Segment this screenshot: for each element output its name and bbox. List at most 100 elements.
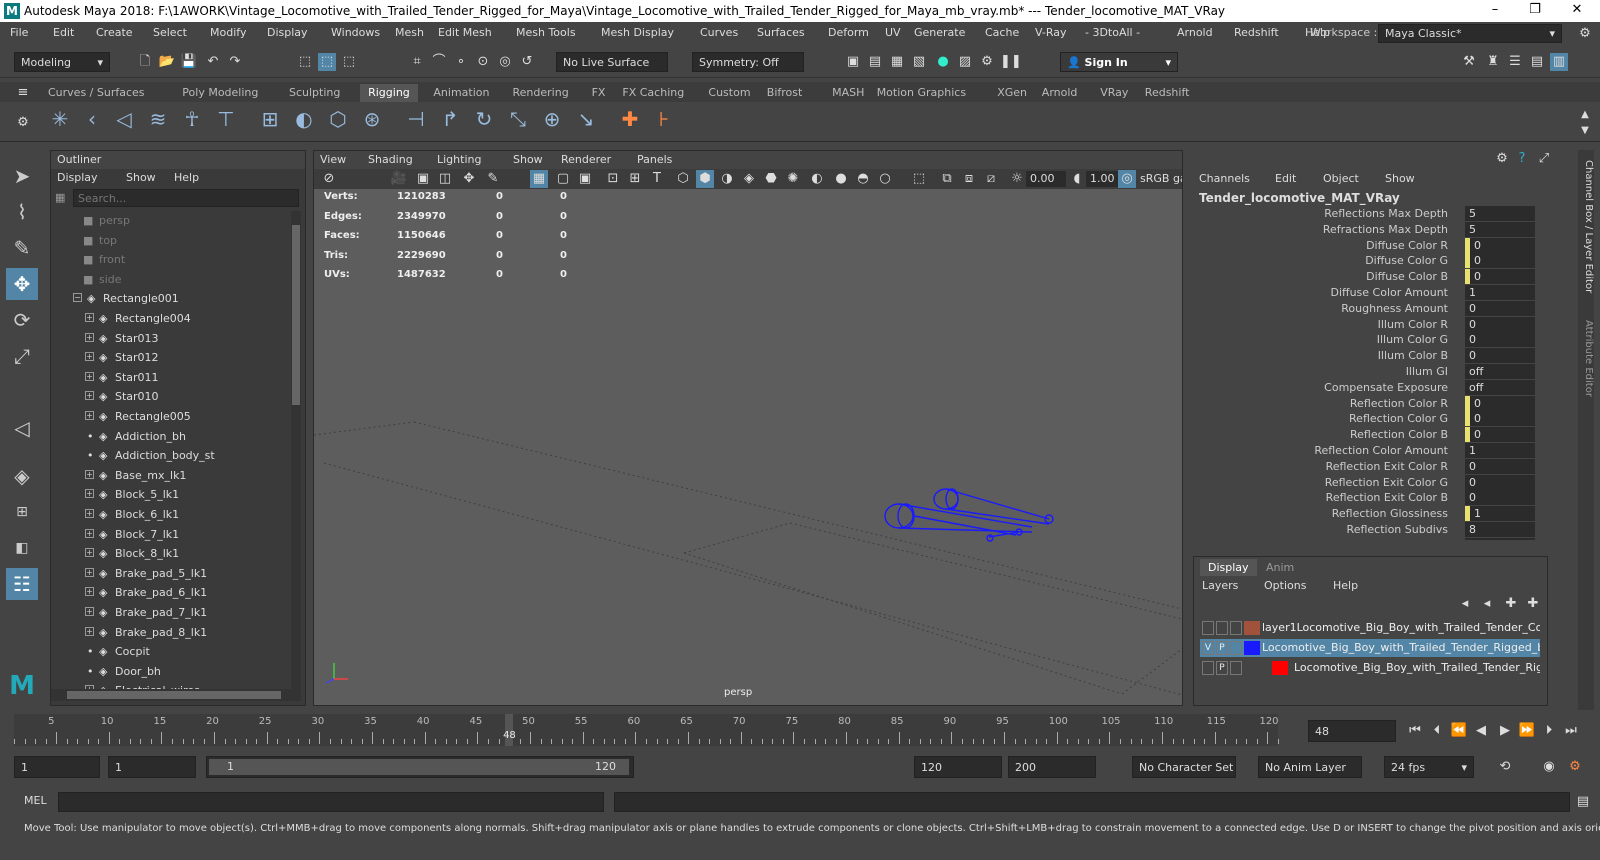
playback-start-field[interactable]: 1 — [108, 756, 196, 778]
camera-attributes-icon[interactable]: 🎥 — [390, 170, 408, 188]
safe-action-icon[interactable]: ⊞ — [626, 170, 644, 188]
colorspace-label[interactable]: sRGB gam — [1140, 172, 1182, 185]
outliner-item[interactable]: + ◈ Brake_pad_8_lk1 — [51, 623, 291, 643]
channelbox-menu-channels[interactable]: Channels — [1199, 172, 1250, 185]
float-icon[interactable]: ⤢ — [1535, 150, 1553, 168]
channel-attribute-value[interactable]: 0 — [1465, 269, 1535, 285]
menu-display[interactable]: Display — [267, 26, 308, 39]
shelf-tab-sculpting[interactable]: Sculpting — [281, 84, 348, 102]
parent-constraint-icon[interactable]: ⊕ — [540, 109, 564, 134]
channel-attribute-value[interactable]: 0 — [1465, 427, 1535, 443]
shelf-scroll-down-icon[interactable]: ▼ — [1576, 122, 1594, 140]
point-constraint-icon[interactable]: ⊣ — [404, 109, 428, 134]
snap-surface-icon[interactable]: ◎ — [496, 53, 514, 71]
expand-toggle-icon[interactable]: + — [85, 528, 94, 538]
four-layout-icon[interactable]: ⊞ — [6, 496, 38, 528]
shelf-tab-vray[interactable]: VRay — [1092, 84, 1136, 102]
scale-constraint-icon[interactable]: ⤡ — [506, 109, 530, 134]
outliner-item[interactable]: • ◈ Addiction_body_st — [51, 446, 291, 466]
outliner-item[interactable]: − ◈ Rectangle001 — [51, 289, 291, 309]
outliner-item[interactable]: • ◈ Door_bh — [51, 662, 291, 682]
image-plane-icon[interactable]: ◫ — [436, 170, 454, 188]
viewport-menu-renderer[interactable]: Renderer — [561, 153, 611, 166]
viewport-menu-show[interactable]: Show — [513, 153, 543, 166]
outliner-item[interactable]: + ◈ Star013 — [51, 329, 291, 349]
playback-toggle[interactable]: P — [1216, 661, 1228, 675]
channel-attribute-value[interactable]: 0 — [1465, 474, 1535, 490]
channel-attribute-row[interactable]: Reflection Glossiness 1 — [1193, 506, 1543, 522]
outliner-item[interactable]: + ◈ Block_7_lk1 — [51, 525, 291, 545]
shelf-tab-motion-graphics[interactable]: Motion Graphics — [869, 84, 974, 102]
auto-key-icon[interactable]: ◉ — [1540, 758, 1558, 776]
channelbox-icon[interactable]: ⚙ — [1493, 150, 1511, 168]
shelf-tab-rigging[interactable]: Rigging — [360, 84, 418, 102]
animation-start-field[interactable]: 1 — [14, 756, 100, 778]
menu-v-ray[interactable]: V-Ray — [1035, 26, 1067, 39]
bookmark-icon[interactable]: ▣ — [414, 170, 432, 188]
layer-color-swatch[interactable] — [1244, 621, 1260, 635]
shelf-tab-curves-surfaces[interactable]: Curves / Surfaces — [40, 84, 153, 102]
fps-dropdown[interactable]: 24 fps ▾ — [1384, 756, 1474, 778]
smooth-shade-icon[interactable]: ⬢ — [696, 170, 714, 188]
channel-attribute-value[interactable]: 0 — [1465, 237, 1535, 253]
select-hierarchy-icon[interactable]: ⬚ — [296, 53, 314, 71]
render-view-icon[interactable]: ▨ — [956, 53, 974, 71]
pause-icon[interactable]: ❚❚ — [1000, 53, 1022, 71]
expand-toggle-icon[interactable]: + — [85, 489, 94, 499]
script-editor-icon[interactable]: ▤ — [1574, 793, 1592, 811]
bind-skin-icon[interactable]: ⊞ — [258, 109, 282, 134]
channel-attribute-value[interactable]: 0 — [1465, 490, 1535, 506]
loop-icon[interactable]: ⟲ — [1496, 758, 1514, 776]
menu-select[interactable]: Select — [153, 26, 187, 39]
expand-toggle-icon[interactable]: + — [85, 313, 94, 322]
mel-label[interactable]: MEL — [24, 794, 47, 807]
outliner-menu-display[interactable]: Display — [57, 171, 98, 184]
outliner-item[interactable]: ■ persp — [51, 211, 291, 231]
mode-dropdown[interactable]: Modeling ▾ — [14, 52, 110, 72]
outliner-item[interactable]: + ◈ Base_mx_lk1 — [51, 466, 291, 486]
snap-curve-icon[interactable]: ⌒ — [430, 53, 448, 71]
menu-edit[interactable]: Edit — [53, 26, 74, 39]
outliner-item[interactable]: + ◈ Block_8_lk1 — [51, 544, 291, 564]
last-tool-icon[interactable]: ◁ — [6, 412, 38, 444]
step-forward-key-icon[interactable]: ⏩ — [1518, 722, 1536, 740]
ipr-render-icon[interactable]: ▦ — [888, 53, 906, 71]
go-to-start-icon[interactable]: ⏮ — [1406, 722, 1424, 740]
gate-mask-icon[interactable]: ⊡ — [604, 170, 622, 188]
menu-generate[interactable]: Generate — [914, 26, 965, 39]
xray-components-icon[interactable]: ⧄ — [982, 170, 1000, 188]
tab-display[interactable]: Display — [1200, 559, 1257, 576]
film-gate-icon[interactable]: ▢ — [554, 170, 572, 188]
grid-icon[interactable]: ▦ — [530, 170, 548, 188]
settings-icon[interactable]: ⚙ — [1576, 25, 1594, 43]
shelf-tab-custom[interactable]: Custom — [700, 84, 758, 102]
play-forwards-icon[interactable]: ▶ — [1496, 722, 1514, 740]
lattice-icon[interactable]: ⬡ — [326, 109, 350, 134]
attribute-editor-side-tab[interactable]: Attribute Editor — [1578, 320, 1594, 430]
two-layout-icon[interactable]: ◧ — [6, 532, 38, 564]
viewport-panel[interactable]: View Shading Lighting Show Renderer Panels ⊘ … — [313, 150, 1183, 706]
outliner-item[interactable]: + ◈ Brake_pad_7_lk1 — [51, 603, 291, 623]
render-frame-icon[interactable]: ▣ — [844, 53, 862, 71]
channel-attribute-row[interactable]: Reflection Exit Color R 0 — [1193, 458, 1543, 475]
channel-attribute-row[interactable]: Roughness Amount 0 — [1193, 300, 1543, 317]
two-d-pan-icon[interactable]: ✥ — [460, 170, 478, 188]
orient-constraint-icon[interactable]: ↻ — [472, 109, 496, 134]
render-settings-icon[interactable]: ▧ — [910, 53, 928, 71]
outliner-menu-help[interactable]: Help — [174, 171, 199, 184]
display-type-toggle[interactable] — [1230, 641, 1242, 655]
tab-anim[interactable]: Anim — [1258, 559, 1302, 576]
exposure-field[interactable]: 0.00 — [1026, 171, 1066, 187]
scale-tool-icon[interactable]: ⤢ — [6, 340, 38, 372]
menu-arnold[interactable]: Arnold — [1177, 26, 1213, 39]
scroll-thumb[interactable] — [292, 225, 300, 405]
visibility-toggle[interactable] — [1202, 661, 1214, 675]
layer-row[interactable]: layer1Locomotive_Big_Boy_with_Trailed_Te… — [1200, 619, 1540, 637]
mirror-joint-icon[interactable]: ≋ — [146, 109, 170, 134]
maximize-button[interactable]: ❐ — [1520, 2, 1550, 17]
menu-mesh[interactable]: Mesh — [395, 26, 424, 39]
channel-attribute-value[interactable]: 0 — [1465, 411, 1535, 427]
expand-toggle-icon[interactable]: + — [85, 332, 94, 342]
channel-attribute-value[interactable]: 0 — [1465, 458, 1535, 474]
channel-attribute-row[interactable]: Diffuse Color Amount 1 — [1193, 285, 1543, 301]
